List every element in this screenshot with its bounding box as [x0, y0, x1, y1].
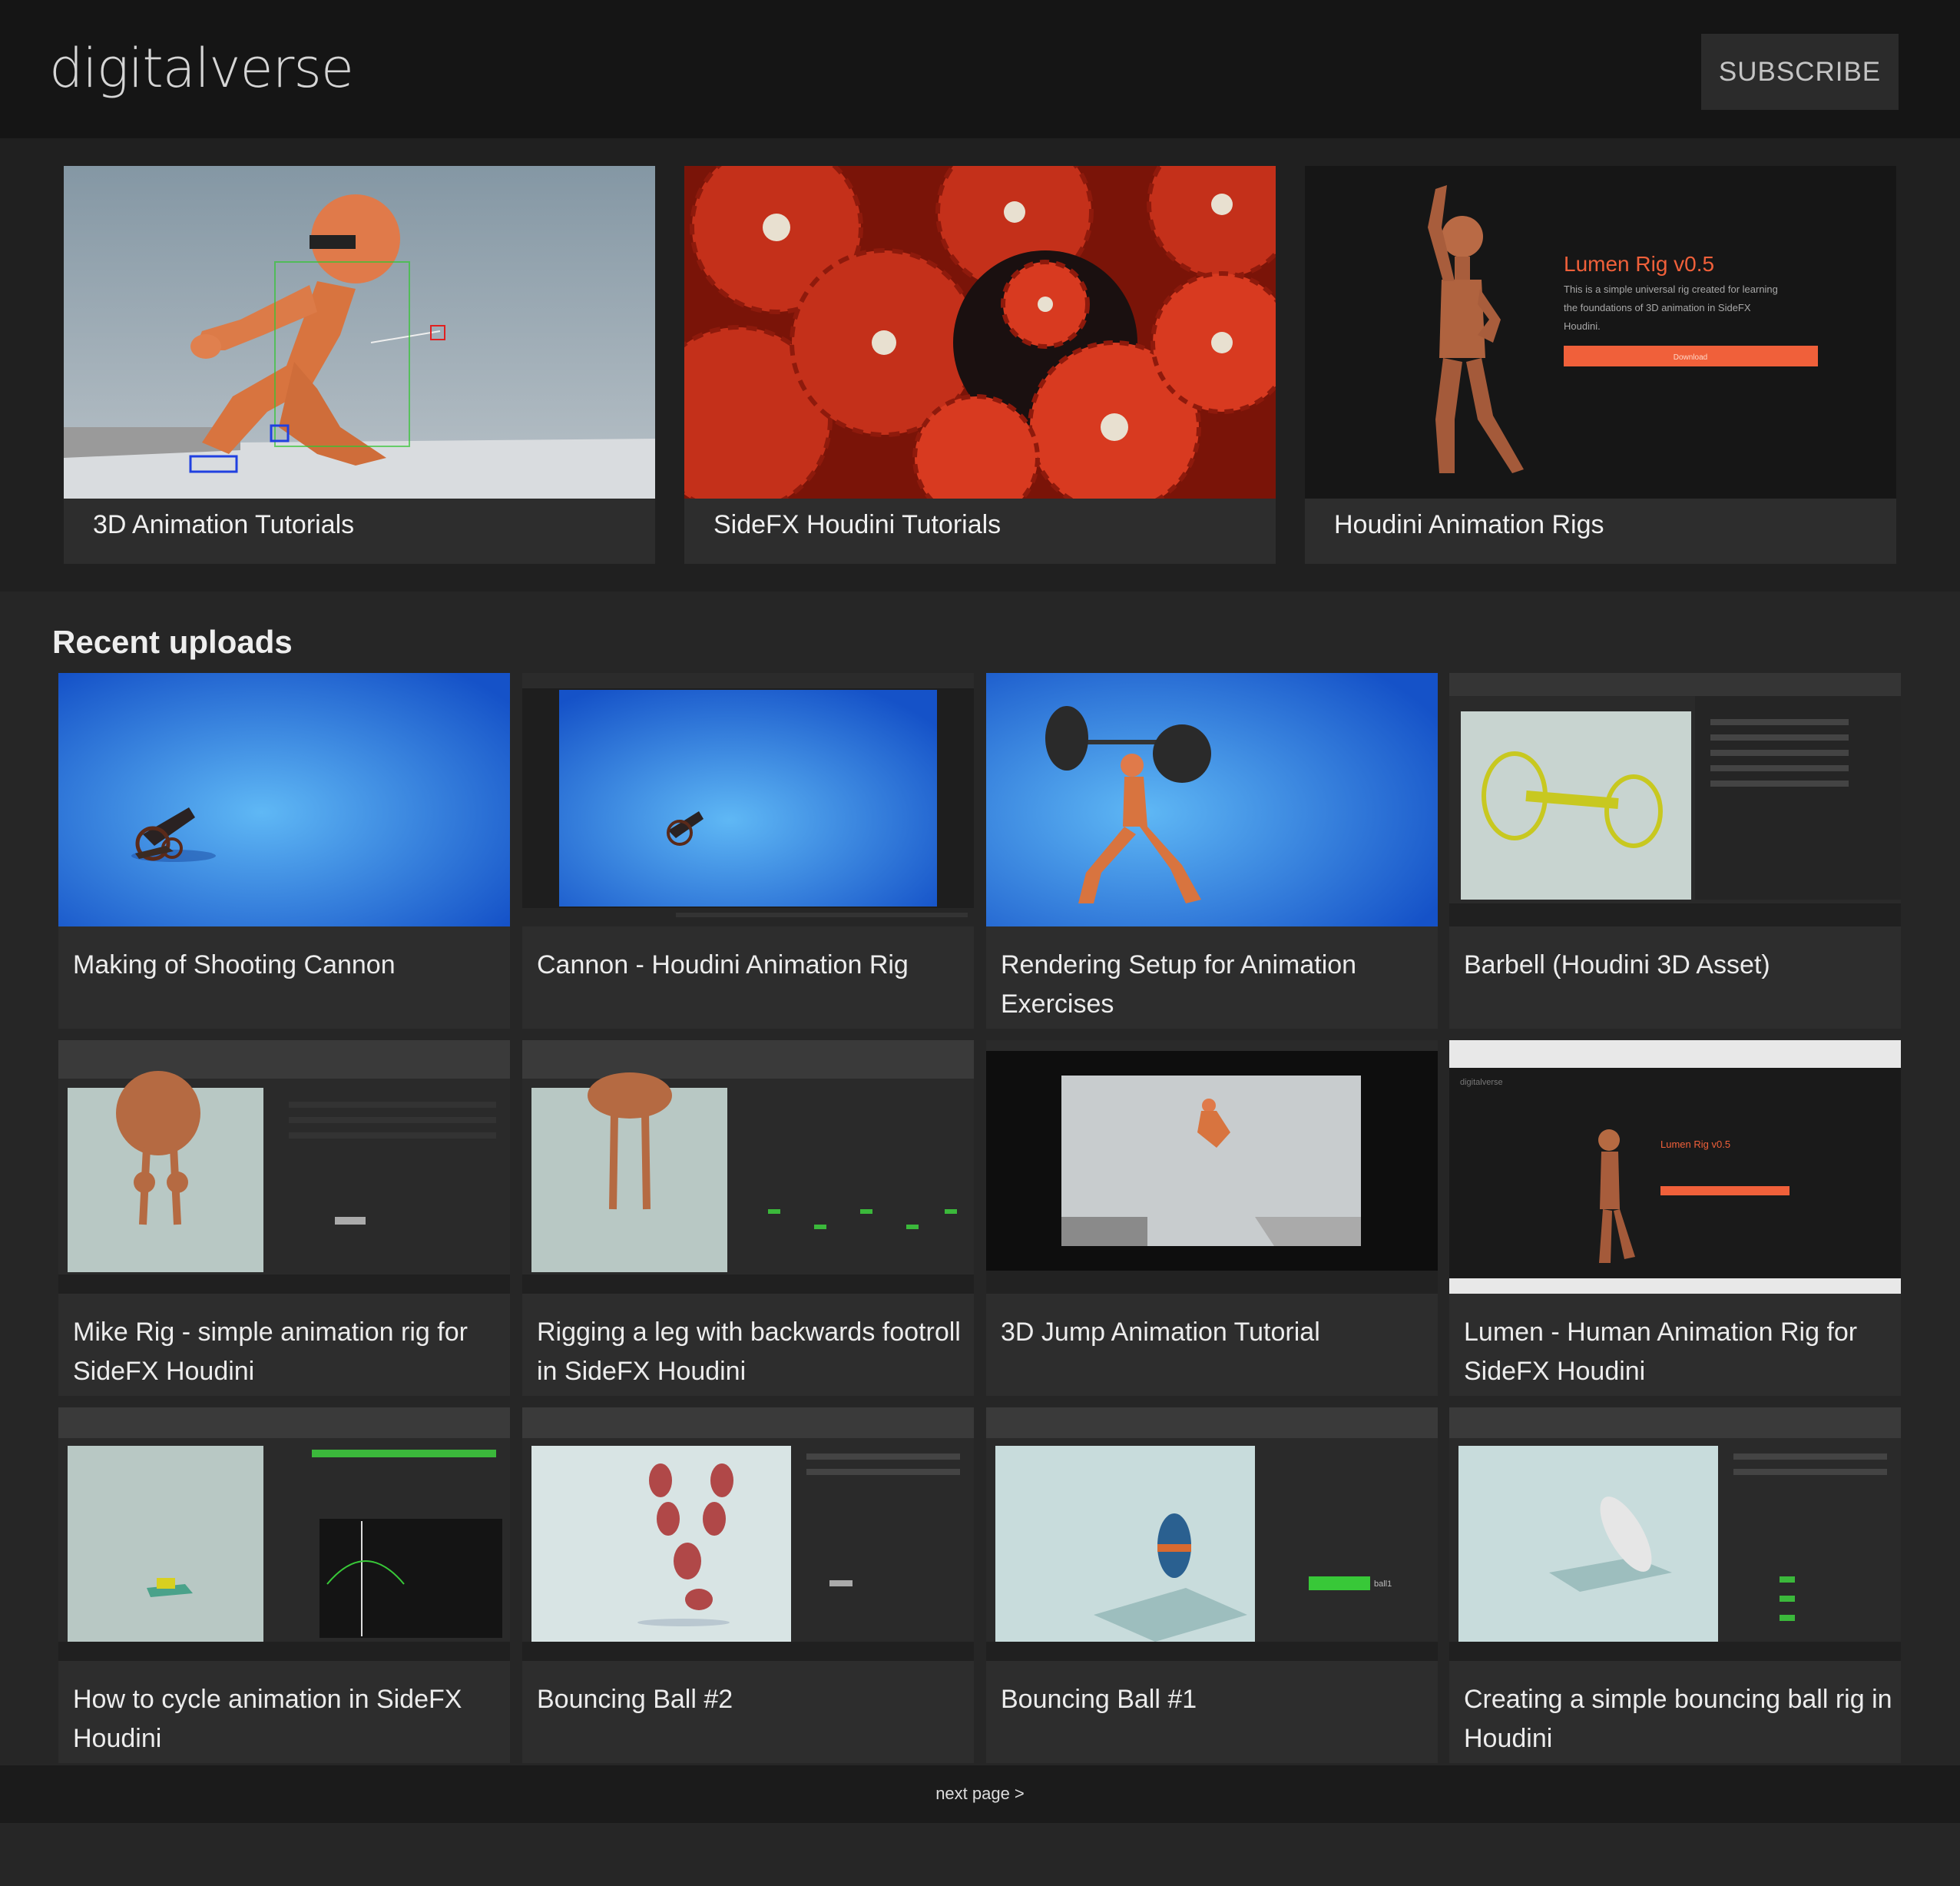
- video-card[interactable]: Mike Rig - simple animation rig for Side…: [58, 1040, 510, 1396]
- video-card[interactable]: Creating a simple bouncing ball rig in H…: [1449, 1407, 1901, 1763]
- video-title[interactable]: Making of Shooting Cannon: [73, 946, 503, 985]
- site-logo[interactable]: digitalverse: [49, 37, 354, 100]
- video-card[interactable]: Making of Shooting Cannon: [58, 673, 510, 1029]
- featured-title[interactable]: 3D Animation Tutorials: [93, 510, 354, 540]
- video-thumbnail[interactable]: [58, 1040, 510, 1294]
- video-thumbnail[interactable]: ball1: [986, 1407, 1438, 1661]
- promo-download-label: Download: [1674, 353, 1707, 362]
- video-title[interactable]: 3D Jump Animation Tutorial: [1001, 1313, 1431, 1352]
- video-thumbnail[interactable]: [986, 1040, 1438, 1294]
- video-title[interactable]: Bouncing Ball #1: [1001, 1680, 1431, 1719]
- video-card[interactable]: Cannon - Houdini Animation Rig: [522, 673, 974, 1029]
- video-card[interactable]: ball1 Bouncing Ball #1: [986, 1407, 1438, 1763]
- thumb-heading-text: Lumen Rig v0.5: [1660, 1139, 1730, 1150]
- next-page-link[interactable]: next page >: [0, 1784, 1960, 1804]
- video-title[interactable]: Lumen - Human Animation Rig for SideFX H…: [1464, 1313, 1894, 1391]
- video-title[interactable]: Barbell (Houdini 3D Asset): [1464, 946, 1894, 985]
- video-card[interactable]: Rendering Setup for Animation Exercises: [986, 673, 1438, 1029]
- video-thumbnail[interactable]: [58, 673, 510, 926]
- video-title[interactable]: Bouncing Ball #2: [537, 1680, 967, 1719]
- video-card[interactable]: Barbell (Houdini 3D Asset): [1449, 673, 1901, 1029]
- video-thumbnail[interactable]: [986, 673, 1438, 926]
- featured-thumbnail[interactable]: [684, 166, 1276, 499]
- video-thumbnail[interactable]: [1449, 673, 1901, 926]
- video-card[interactable]: 3D Jump Animation Tutorial: [986, 1040, 1438, 1396]
- video-card[interactable]: How to cycle animation in SideFX Houdini: [58, 1407, 510, 1763]
- featured-title[interactable]: Houdini Animation Rigs: [1334, 510, 1604, 540]
- video-title[interactable]: Cannon - Houdini Animation Rig: [537, 946, 967, 985]
- featured-thumbnail[interactable]: [64, 166, 655, 499]
- thumb-node-text: ball1: [1374, 1579, 1392, 1589]
- featured-title[interactable]: SideFX Houdini Tutorials: [713, 510, 1001, 540]
- promo-text-line: the foundations of 3D animation in SideF…: [1564, 302, 1751, 313]
- subscribe-button[interactable]: SUBSCRIBE: [1701, 34, 1899, 110]
- video-card[interactable]: digitalverse Lumen Rig v0.5 Lumen - Huma…: [1449, 1040, 1901, 1396]
- promo-heading: Lumen Rig v0.5: [1564, 252, 1714, 276]
- video-title[interactable]: Rendering Setup for Animation Exercises: [1001, 946, 1431, 1024]
- featured-card-3d-animation[interactable]: 3D Animation Tutorials: [64, 166, 655, 564]
- video-card[interactable]: Bouncing Ball #2: [522, 1407, 974, 1763]
- video-title[interactable]: Creating a simple bouncing ball rig in H…: [1464, 1680, 1894, 1758]
- featured-card-houdini-tutorials[interactable]: SideFX Houdini Tutorials: [684, 166, 1276, 564]
- video-thumbnail[interactable]: [522, 673, 974, 926]
- video-title[interactable]: How to cycle animation in SideFX Houdini: [73, 1680, 503, 1758]
- video-thumbnail[interactable]: [1449, 1407, 1901, 1661]
- video-thumbnail[interactable]: [58, 1407, 510, 1661]
- video-thumbnail[interactable]: digitalverse Lumen Rig v0.5: [1449, 1040, 1901, 1294]
- featured-card-animation-rigs[interactable]: Lumen Rig v0.5 This is a simple universa…: [1305, 166, 1896, 564]
- video-thumbnail[interactable]: [522, 1407, 974, 1661]
- site-header: digitalverse SUBSCRIBE: [0, 0, 1960, 138]
- video-title[interactable]: Mike Rig - simple animation rig for Side…: [73, 1313, 503, 1391]
- video-title[interactable]: Rigging a leg with backwards footroll in…: [537, 1313, 967, 1391]
- featured-thumbnail[interactable]: Lumen Rig v0.5 This is a simple universa…: [1305, 166, 1896, 499]
- section-title: Recent uploads: [52, 624, 293, 660]
- thumb-brand-text: digitalverse: [1460, 1078, 1503, 1087]
- video-card[interactable]: Rigging a leg with backwards footroll in…: [522, 1040, 974, 1396]
- promo-text-line: This is a simple universal rig created f…: [1564, 283, 1778, 295]
- promo-text-line: Houdini.: [1564, 320, 1601, 332]
- video-thumbnail[interactable]: [522, 1040, 974, 1294]
